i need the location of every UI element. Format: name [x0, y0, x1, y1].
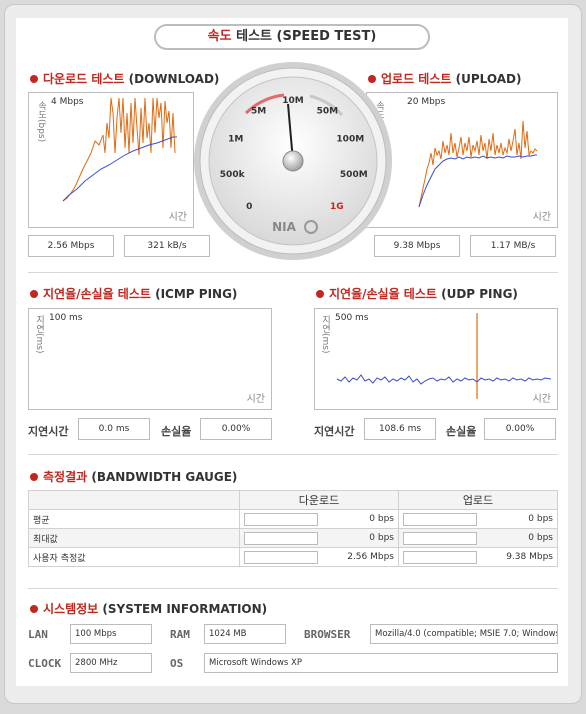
- gauge-tick-label: 50M: [317, 106, 339, 116]
- bullet-icon: [30, 473, 38, 481]
- page-title: 속도 테스트 (SPEED TEST): [154, 24, 430, 50]
- os-value: Microsoft Windows XP: [204, 653, 558, 673]
- bullet-icon: [30, 605, 38, 613]
- icmp-time-label: 시간: [246, 394, 265, 405]
- upload-cell: 0 bps: [398, 509, 558, 529]
- ram-value: 1024 MB: [204, 624, 286, 644]
- udp-loss-value: 0.00%: [484, 418, 556, 440]
- table-header-blank: [28, 490, 240, 510]
- download-value: 2.56 Mbps: [347, 552, 394, 562]
- speed-gauge: 0 500k 1M 5M 10M 50M 100M 500M 1G NIA: [194, 62, 392, 260]
- udp-graph: 지연(ms) 500 ms 시간: [314, 308, 558, 410]
- icmp-loss-label: 손실율: [161, 425, 192, 438]
- icmp-latency-value: 0.0 ms: [78, 418, 150, 440]
- os-label: OS: [170, 657, 184, 670]
- bullet-icon: [30, 290, 38, 298]
- icmp-y-axis-label: 지연(ms): [34, 315, 44, 354]
- table-row: 최대값 0 bps 0 bps: [28, 528, 558, 548]
- gauge-tick-label: 5M: [251, 106, 266, 116]
- upload-gauge-bar: [403, 550, 477, 564]
- download-gauge-bar: [244, 512, 318, 526]
- table-row: 사용자 측정값 2.56 Mbps 9.38 Mbps: [28, 547, 558, 567]
- upload-graph: 속도(bps) 20 Mbps 시간: [366, 92, 558, 228]
- clock-label: CLOCK: [28, 657, 62, 670]
- upload-value: 0 bps: [528, 514, 553, 524]
- table-row: 평균 0 bps 0 bps: [28, 509, 558, 529]
- download-value: 0 bps: [369, 514, 394, 524]
- row-label: 평균: [28, 509, 240, 529]
- icmp-loss-value: 0.00%: [200, 418, 272, 440]
- divider: [28, 272, 558, 273]
- upload-value: 0 bps: [528, 533, 553, 543]
- upload-gauge-bar: [403, 531, 477, 545]
- gauge-tick-label: 100M: [336, 134, 364, 144]
- gauge-tick-label: 1M: [228, 134, 243, 144]
- gauge-tick-label: 500k: [220, 170, 246, 180]
- gauge-tick-label: 10M: [282, 96, 304, 106]
- udp-latency-label: 지연시간: [314, 425, 355, 438]
- row-label: 사용자 측정값: [28, 547, 240, 567]
- ram-label: RAM: [170, 628, 190, 641]
- download-graph: 속도(bps) 4 Mbps 시간: [28, 92, 194, 228]
- download-cell: 0 bps: [239, 509, 399, 529]
- udp-series: [336, 313, 552, 399]
- upload-series: [418, 120, 538, 208]
- download-gauge-bar: [244, 550, 318, 564]
- upload-value: 9.38 Mbps: [506, 552, 553, 562]
- udp-latency-value: 108.6 ms: [364, 418, 436, 440]
- bullet-icon: [30, 75, 38, 83]
- table-header-upload: 업로드: [398, 490, 558, 510]
- download-series: [62, 97, 177, 202]
- gauge-tick-label: 500M: [340, 170, 368, 180]
- table-header-row: 다운로드 업로드: [28, 490, 558, 510]
- upload-cell: 9.38 Mbps: [398, 547, 558, 567]
- icmp-graph: 지연(ms) 100 ms 시간: [28, 308, 272, 410]
- download-cell: 2.56 Mbps: [239, 547, 399, 567]
- icmp-heading: 지연율/손실율 테스트 (ICMP PING): [30, 285, 237, 302]
- download-speed-bps: 2.56 Mbps: [28, 235, 114, 257]
- download-gauge-bar: [244, 531, 318, 545]
- udp-loss-label: 손실율: [446, 425, 477, 438]
- row-label: 최대값: [28, 528, 240, 548]
- system-heading: 시스템정보 (SYSTEM INFORMATION): [30, 600, 267, 617]
- nia-logo: NIA: [272, 220, 297, 234]
- bandwidth-heading: 측정결과 (BANDWIDTH GAUGE): [30, 468, 237, 485]
- bullet-icon: [316, 290, 324, 298]
- gauge-tick-label: 0: [246, 202, 252, 212]
- lan-value: 100 Mbps: [70, 624, 152, 644]
- upload-gauge-bar: [403, 512, 477, 526]
- udp-heading: 지연율/손실율 테스트 (UDP PING): [316, 285, 518, 302]
- icmp-scale-label: 100 ms: [49, 313, 83, 323]
- table-header-download: 다운로드: [239, 490, 399, 510]
- browser-label: BROWSER: [304, 628, 351, 641]
- upload-speed-bytes: 1.17 MB/s: [470, 235, 556, 257]
- download-value: 0 bps: [369, 533, 394, 543]
- clock-value: 2800 MHz: [70, 653, 152, 673]
- bandwidth-table: 다운로드 업로드 평균 0 bps 0 bps 최대값 0 bps 0 bps …: [28, 490, 558, 567]
- download-heading: 다운로드 테스트 (DOWNLOAD): [30, 70, 219, 87]
- download-cell: 0 bps: [239, 528, 399, 548]
- divider: [28, 588, 558, 589]
- divider: [28, 454, 558, 455]
- browser-value: Mozilla/4.0 (compatible; MSIE 7.0; Windo…: [370, 624, 558, 644]
- gauge-tick-label: 1G: [330, 202, 344, 212]
- upload-cell: 0 bps: [398, 528, 558, 548]
- gauge-hub: [282, 150, 304, 172]
- icmp-latency-label: 지연시간: [28, 425, 69, 438]
- lan-label: LAN: [28, 628, 48, 641]
